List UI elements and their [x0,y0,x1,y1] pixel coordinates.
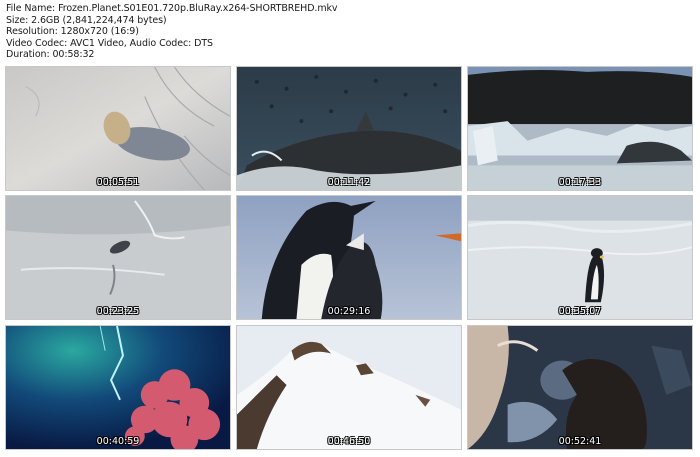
thumbnail-timestamp: 00:05:51 [96,177,140,188]
thumbnail-6: 00:35:07 [467,195,693,320]
thumbnail-timestamp: 00:46:50 [327,436,371,447]
thumbnail-8: 00:46:50 [236,325,462,450]
thumbnail-grid: 00:05:51 00:11:42 00:17:33 00:23:25 00:2… [0,0,700,457]
thumbnail-timestamp: 00:23:25 [96,306,140,317]
ice-cliff-scene-image [468,67,692,190]
thumbnail-timestamp: 00:17:33 [558,177,602,188]
thumbnail-4: 00:23:25 [5,195,231,320]
snowy-peak-scene-image [237,326,461,449]
thumbnail-9: 00:52:41 [467,325,693,450]
thumbnail-3: 00:17:33 [467,66,693,191]
snow-seal-scene-image [6,67,230,190]
thumbnail-5: 00:29:16 [236,195,462,320]
thumbnail-timestamp: 00:35:07 [558,306,602,317]
penguins-closeup-scene-image [237,196,461,319]
ice-climber-scene-image [468,326,692,449]
seal-on-ice-scene-image [6,196,230,319]
thumbnail-1: 00:05:51 [5,66,231,191]
thumbnail-timestamp: 00:11:42 [327,177,371,188]
thumbnail-timestamp: 00:52:41 [558,436,602,447]
lone-penguin-scene-image [468,196,692,319]
thumbnail-timestamp: 00:29:16 [327,306,371,317]
thumbnail-timestamp: 00:40:59 [96,436,140,447]
underwater-coral-scene-image [6,326,230,449]
whale-tail-scene-image [237,67,461,190]
thumbnail-7: 00:40:59 [5,325,231,450]
thumbnail-2: 00:11:42 [236,66,462,191]
